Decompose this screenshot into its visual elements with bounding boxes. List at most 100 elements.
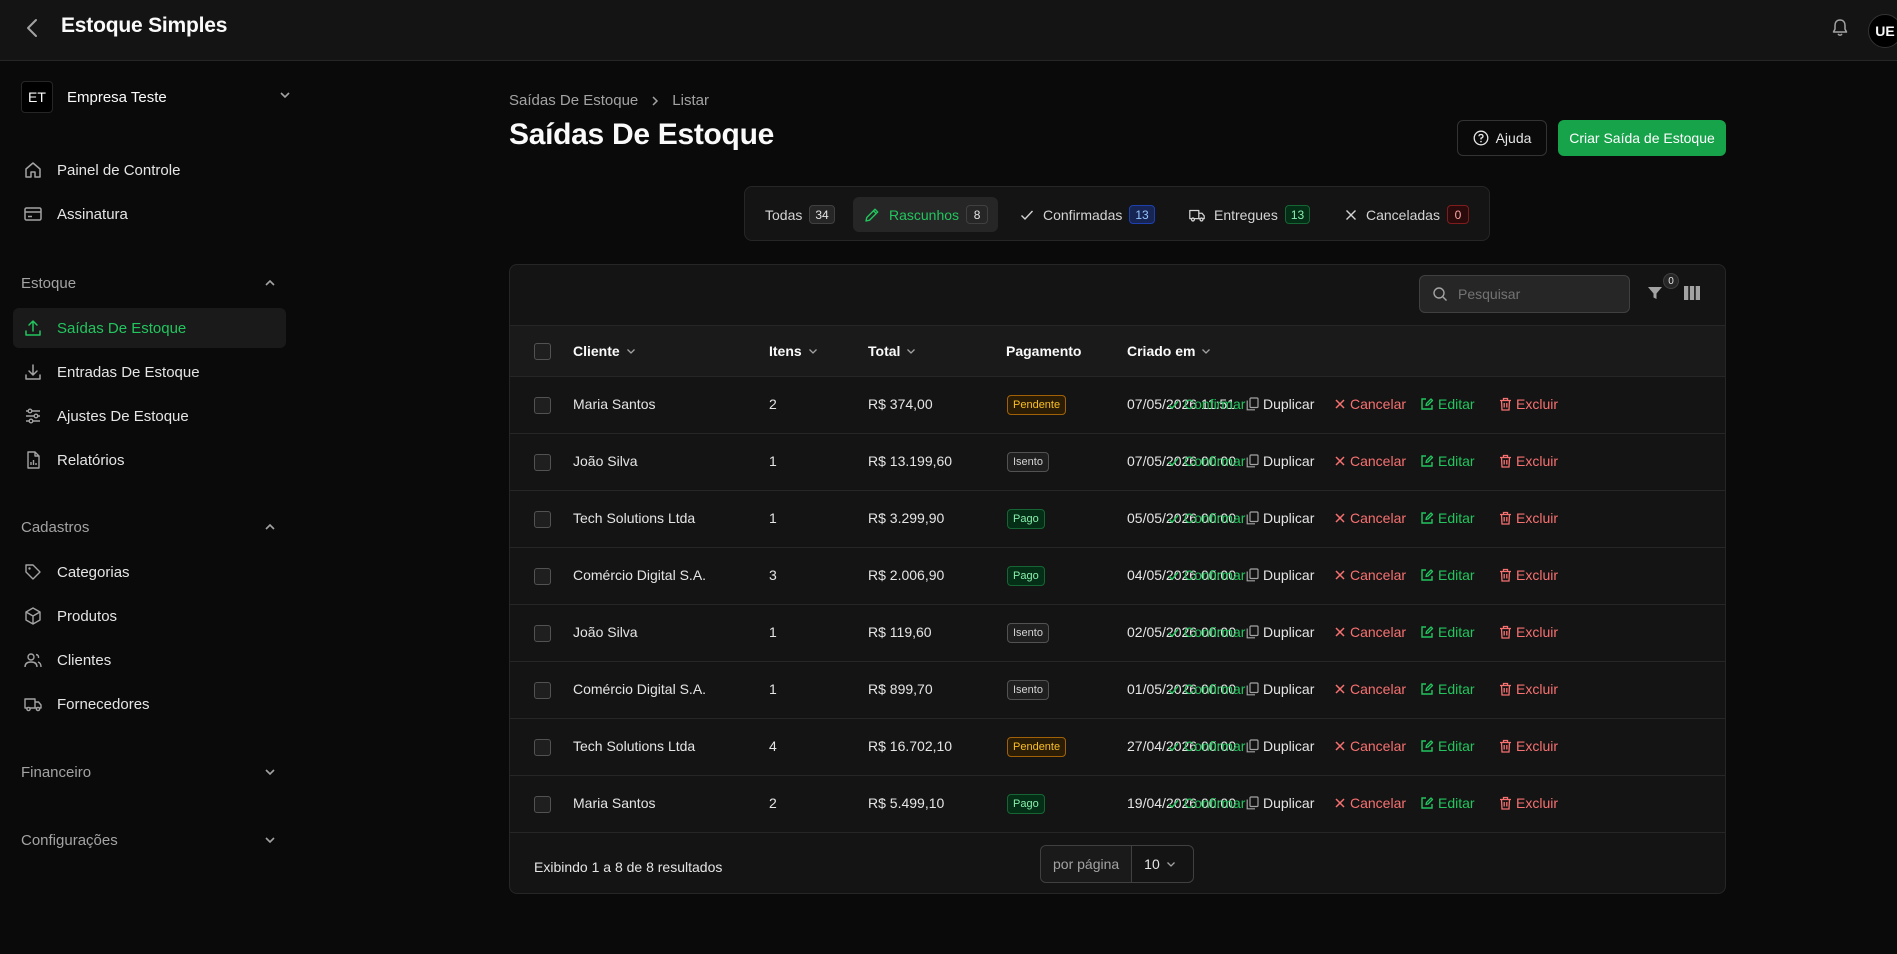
cell-cliente: Maria Santos: [573, 396, 656, 412]
sidebar-item-label: Entradas De Estoque: [57, 363, 200, 381]
row-checkbox[interactable]: [534, 511, 551, 528]
cancel-action[interactable]: Cancelar: [1334, 396, 1406, 412]
confirm-action[interactable]: Confirmar: [1167, 453, 1245, 469]
row-checkbox[interactable]: [534, 682, 551, 699]
edit-icon: [1420, 454, 1434, 468]
edit-action[interactable]: Editar: [1420, 681, 1475, 697]
sidebar-item-produtos[interactable]: Produtos: [13, 596, 286, 636]
per-page-select[interactable]: 10: [1132, 856, 1176, 872]
duplicate-action[interactable]: Duplicar: [1246, 624, 1314, 640]
sidebar-item-fornecedores[interactable]: Fornecedores: [13, 684, 286, 724]
duplicate-action[interactable]: Duplicar: [1246, 681, 1314, 697]
cell-cliente: Comércio Digital S.A.: [573, 567, 707, 583]
sidebar-item-ajustes[interactable]: Ajustes De Estoque: [13, 396, 286, 436]
tab-todas[interactable]: Todas 34: [755, 197, 845, 232]
user-avatar[interactable]: UE: [1868, 14, 1897, 48]
delete-action[interactable]: Excluir: [1499, 396, 1558, 412]
sidebar-item-clientes[interactable]: Clientes: [13, 640, 286, 680]
sliders-icon: [22, 405, 44, 427]
select-all-checkbox[interactable]: [534, 343, 551, 360]
column-header-itens[interactable]: Itens: [769, 343, 818, 359]
breadcrumb-link[interactable]: Saídas De Estoque: [509, 92, 638, 109]
edit-action[interactable]: Editar: [1420, 453, 1475, 469]
confirm-action[interactable]: Confirmar: [1167, 396, 1245, 412]
delete-action[interactable]: Excluir: [1499, 738, 1558, 754]
delete-action[interactable]: Excluir: [1499, 795, 1558, 811]
duplicate-action[interactable]: Duplicar: [1246, 567, 1314, 583]
duplicate-action[interactable]: Duplicar: [1246, 396, 1314, 412]
edit-action[interactable]: Editar: [1420, 567, 1475, 583]
duplicate-action[interactable]: Duplicar: [1246, 453, 1314, 469]
cancel-action[interactable]: Cancelar: [1334, 681, 1406, 697]
help-button[interactable]: Ajuda: [1457, 120, 1547, 156]
tab-canceladas[interactable]: Canceladas 0: [1334, 197, 1479, 232]
tab-rascunhos[interactable]: Rascunhos 8: [853, 197, 999, 232]
row-checkbox[interactable]: [534, 625, 551, 642]
delete-action[interactable]: Excluir: [1499, 624, 1558, 640]
edit-action[interactable]: Editar: [1420, 738, 1475, 754]
edit-icon: [1420, 796, 1434, 810]
row-checkbox[interactable]: [534, 739, 551, 756]
action-label: Confirmar: [1184, 510, 1246, 526]
tab-confirmadas[interactable]: Confirmadas 13: [1009, 197, 1165, 232]
sidebar-item-saidas[interactable]: Saídas De Estoque: [13, 308, 286, 348]
delete-action[interactable]: Excluir: [1499, 510, 1558, 526]
edit-icon: [1420, 568, 1434, 582]
section-estoque[interactable]: Estoque: [21, 271, 276, 295]
column-header-cliente[interactable]: Cliente: [573, 343, 636, 359]
create-exit-button[interactable]: Criar Saída de Estoque: [1558, 120, 1726, 156]
back-arrow-icon[interactable]: [20, 16, 44, 40]
cancel-action[interactable]: Cancelar: [1334, 567, 1406, 583]
section-financeiro[interactable]: Financeiro: [21, 760, 276, 784]
filter-icon[interactable]: [1646, 284, 1664, 302]
company-switcher[interactable]: ET Empresa Teste: [21, 81, 291, 113]
sidebar-item-assinatura[interactable]: Assinatura: [13, 194, 286, 234]
cell-cliente: Comércio Digital S.A.: [573, 681, 707, 697]
chevron-down-icon: [626, 346, 636, 356]
search-input[interactable]: [1458, 286, 1608, 302]
duplicate-action[interactable]: Duplicar: [1246, 795, 1314, 811]
confirm-action[interactable]: Confirmar: [1167, 567, 1245, 583]
cancel-action[interactable]: Cancelar: [1334, 453, 1406, 469]
row-checkbox[interactable]: [534, 796, 551, 813]
edit-action[interactable]: Editar: [1420, 396, 1475, 412]
confirm-action[interactable]: Confirmar: [1167, 795, 1245, 811]
row-checkbox[interactable]: [534, 397, 551, 414]
duplicate-action[interactable]: Duplicar: [1246, 510, 1314, 526]
confirm-action[interactable]: Confirmar: [1167, 738, 1245, 754]
edit-action[interactable]: Editar: [1420, 624, 1475, 640]
column-header-total[interactable]: Total: [868, 343, 916, 359]
edit-action[interactable]: Editar: [1420, 795, 1475, 811]
cancel-action[interactable]: Cancelar: [1334, 795, 1406, 811]
chevron-down-icon: [279, 89, 291, 101]
sidebar-item-entradas[interactable]: Entradas De Estoque: [13, 352, 286, 392]
confirm-action[interactable]: Confirmar: [1167, 510, 1245, 526]
sidebar-item-painel[interactable]: Painel de Controle: [13, 150, 286, 190]
delete-action[interactable]: Excluir: [1499, 453, 1558, 469]
sidebar-item-relatorios[interactable]: Relatórios: [13, 440, 286, 480]
confirm-action[interactable]: Confirmar: [1167, 624, 1245, 640]
per-page-selector[interactable]: por página 10: [1040, 845, 1194, 883]
cancel-action[interactable]: Cancelar: [1334, 510, 1406, 526]
column-header-criado[interactable]: Criado em: [1127, 343, 1211, 359]
edit-action[interactable]: Editar: [1420, 510, 1475, 526]
table-row: Comércio Digital S.A. 3 R$ 2.006,90 Pago 04/…: [510, 548, 1725, 605]
count-badge: 8: [966, 205, 989, 224]
notification-bell-icon[interactable]: [1828, 16, 1852, 40]
columns-icon[interactable]: [1683, 285, 1701, 301]
cell-total: R$ 13.199,60: [868, 453, 953, 469]
x-icon: [1334, 626, 1346, 638]
confirm-action[interactable]: Confirmar: [1167, 681, 1245, 697]
row-checkbox[interactable]: [534, 568, 551, 585]
sidebar-item-categorias[interactable]: Categorias: [13, 552, 286, 592]
section-configuracoes[interactable]: Configurações: [21, 828, 276, 852]
delete-action[interactable]: Excluir: [1499, 567, 1558, 583]
tab-entregues[interactable]: Entregues 13: [1178, 197, 1320, 232]
duplicate-action[interactable]: Duplicar: [1246, 738, 1314, 754]
section-cadastros[interactable]: Cadastros: [21, 515, 276, 539]
cancel-action[interactable]: Cancelar: [1334, 738, 1406, 754]
cancel-action[interactable]: Cancelar: [1334, 624, 1406, 640]
delete-action[interactable]: Excluir: [1499, 681, 1558, 697]
payment-status-badge: Pago: [1007, 794, 1045, 814]
row-checkbox[interactable]: [534, 454, 551, 471]
